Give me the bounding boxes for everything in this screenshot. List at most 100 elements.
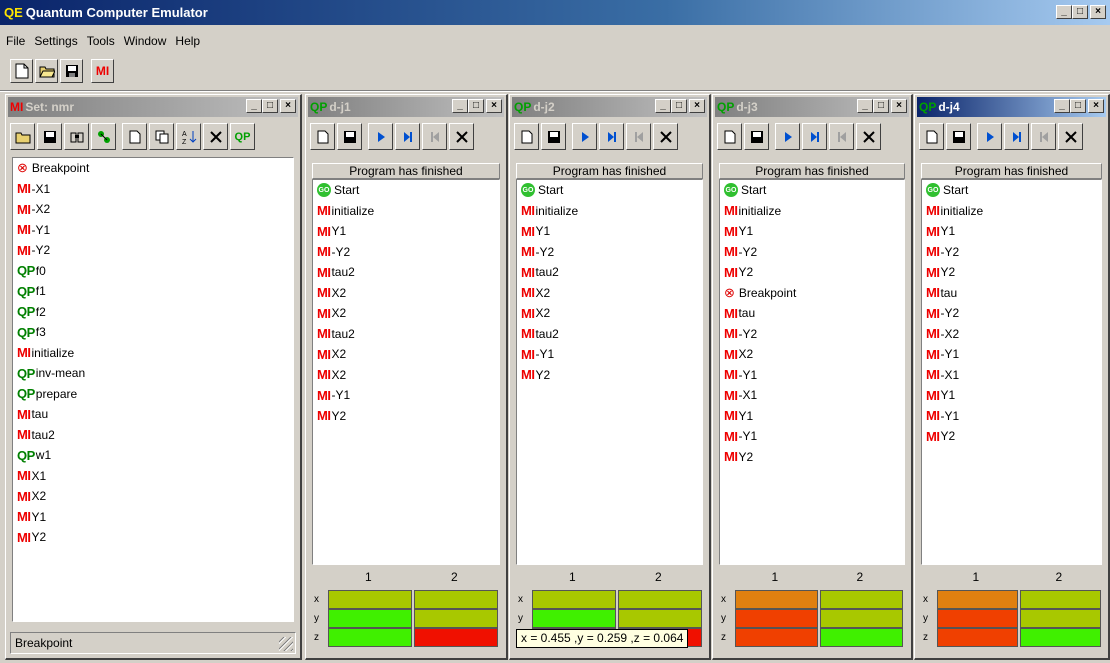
step-back-button[interactable] <box>626 123 651 150</box>
list-item[interactable]: MI Y1 <box>13 507 293 528</box>
maximize-button[interactable]: □ <box>671 99 687 113</box>
close-button[interactable]: × <box>891 99 907 113</box>
step-button[interactable] <box>395 123 420 150</box>
minimize-button[interactable]: _ <box>655 99 671 113</box>
bloch-cell[interactable] <box>414 609 498 628</box>
list-item[interactable]: MI tau2 <box>517 262 702 283</box>
menu-help[interactable]: Help <box>175 34 200 48</box>
save-button[interactable] <box>337 123 362 150</box>
list-item[interactable]: MI initialize <box>313 201 499 222</box>
bloch-cell[interactable] <box>414 628 498 647</box>
list-item[interactable]: MI tau <box>720 303 904 324</box>
list-item[interactable]: QP f0 <box>13 261 293 282</box>
list-item[interactable]: MI -Y1 <box>922 344 1101 365</box>
maximize-button[interactable]: □ <box>1072 5 1088 19</box>
new-file-button[interactable] <box>122 123 147 150</box>
list-item[interactable]: MI X2 <box>313 283 499 304</box>
list-item[interactable]: QP inv-mean <box>13 363 293 384</box>
bloch-cell[interactable] <box>735 609 818 628</box>
step-button[interactable] <box>802 123 827 150</box>
list-item[interactable]: MI -X2 <box>922 324 1101 345</box>
menu-settings[interactable]: Settings <box>34 34 77 48</box>
list-item[interactable]: MI X2 <box>517 283 702 304</box>
list-item[interactable]: MI -Y2 <box>720 324 904 345</box>
bloch-cell[interactable] <box>328 609 412 628</box>
list-item[interactable]: MI -Y2 <box>517 242 702 263</box>
bloch-cell[interactable] <box>1020 628 1101 647</box>
mi-button[interactable]: MI <box>91 59 114 83</box>
list-item[interactable]: MI -Y1 <box>517 344 702 365</box>
minimize-button[interactable]: _ <box>1054 99 1070 113</box>
list-item[interactable]: MI tau2 <box>13 425 293 446</box>
list-item[interactable]: MI X1 <box>13 466 293 487</box>
list-item[interactable]: GO Start <box>922 180 1101 201</box>
list-item[interactable]: MI Y1 <box>720 221 904 242</box>
bloch-cell[interactable] <box>618 609 702 628</box>
list-item[interactable]: MI Y1 <box>313 221 499 242</box>
delete-button[interactable] <box>1058 123 1083 150</box>
bloch-cell[interactable] <box>937 609 1018 628</box>
minimize-button[interactable]: _ <box>857 99 873 113</box>
list-item[interactable]: MI -X1 <box>922 365 1101 386</box>
new-file-button[interactable] <box>10 59 33 83</box>
list-item[interactable]: MI Y2 <box>517 365 702 386</box>
binoculars-button[interactable] <box>64 123 89 150</box>
delete-button[interactable] <box>203 123 228 150</box>
run-button[interactable] <box>977 123 1002 150</box>
bloch-cell[interactable] <box>328 628 412 647</box>
list-item[interactable]: MI Y2 <box>720 262 904 283</box>
list-item[interactable]: MI Y1 <box>922 385 1101 406</box>
close-button[interactable]: × <box>486 99 502 113</box>
list-item[interactable]: MI initialize <box>720 201 904 222</box>
list-item[interactable]: MI initialize <box>922 201 1101 222</box>
qp-button[interactable]: QP <box>230 123 255 150</box>
list-item[interactable]: MI -X1 <box>13 179 293 200</box>
list-item[interactable]: MI initialize <box>517 201 702 222</box>
delete-button[interactable] <box>856 123 881 150</box>
maximize-button[interactable]: □ <box>1070 99 1086 113</box>
open-folder-button[interactable] <box>10 123 35 150</box>
new-file-button[interactable] <box>310 123 335 150</box>
set-maximize-button[interactable]: □ <box>262 99 278 113</box>
list-item[interactable]: ⊗ Breakpoint <box>13 158 293 179</box>
list-item[interactable]: MI X2 <box>720 344 904 365</box>
set-close-button[interactable]: × <box>280 99 296 113</box>
list-item[interactable]: MI tau <box>13 404 293 425</box>
list-item[interactable]: MI Y2 <box>720 447 904 468</box>
list-item[interactable]: MI Y2 <box>13 527 293 548</box>
close-button[interactable]: × <box>689 99 705 113</box>
resize-grip-icon[interactable] <box>279 637 293 651</box>
list-item[interactable]: MI -Y2 <box>922 242 1101 263</box>
new-file-button[interactable] <box>514 123 539 150</box>
list-item[interactable]: GO Start <box>720 180 904 201</box>
bloch-cell[interactable] <box>414 590 498 609</box>
connect-button[interactable] <box>91 123 116 150</box>
list-item[interactable]: GO Start <box>517 180 702 201</box>
maximize-button[interactable]: □ <box>468 99 484 113</box>
list-item[interactable]: MI -Y1 <box>720 426 904 447</box>
new-file-button[interactable] <box>919 123 944 150</box>
list-item[interactable]: MI -X1 <box>720 385 904 406</box>
list-item[interactable]: MI X2 <box>313 344 499 365</box>
list-item[interactable]: MI tau2 <box>517 324 702 345</box>
step-button[interactable] <box>1004 123 1029 150</box>
list-item[interactable]: QP f2 <box>13 302 293 323</box>
list-item[interactable]: MI Y1 <box>517 221 702 242</box>
menu-window[interactable]: Window <box>124 34 167 48</box>
menu-file[interactable]: File <box>6 34 25 48</box>
close-button[interactable]: × <box>1090 5 1106 19</box>
list-item[interactable]: MI -Y2 <box>313 242 499 263</box>
delete-button[interactable] <box>653 123 678 150</box>
list-item[interactable]: MI Y1 <box>720 406 904 427</box>
run-button[interactable] <box>572 123 597 150</box>
list-item[interactable]: MI Y2 <box>313 406 499 427</box>
bloch-cell[interactable] <box>937 628 1018 647</box>
list-item[interactable]: MI initialize <box>13 343 293 364</box>
save-button[interactable] <box>744 123 769 150</box>
copy-button[interactable] <box>149 123 174 150</box>
list-item[interactable]: MI -Y2 <box>922 303 1101 324</box>
list-item[interactable]: QP f1 <box>13 281 293 302</box>
delete-button[interactable] <box>449 123 474 150</box>
menu-tools[interactable]: Tools <box>87 34 115 48</box>
close-button[interactable]: × <box>1088 99 1104 113</box>
